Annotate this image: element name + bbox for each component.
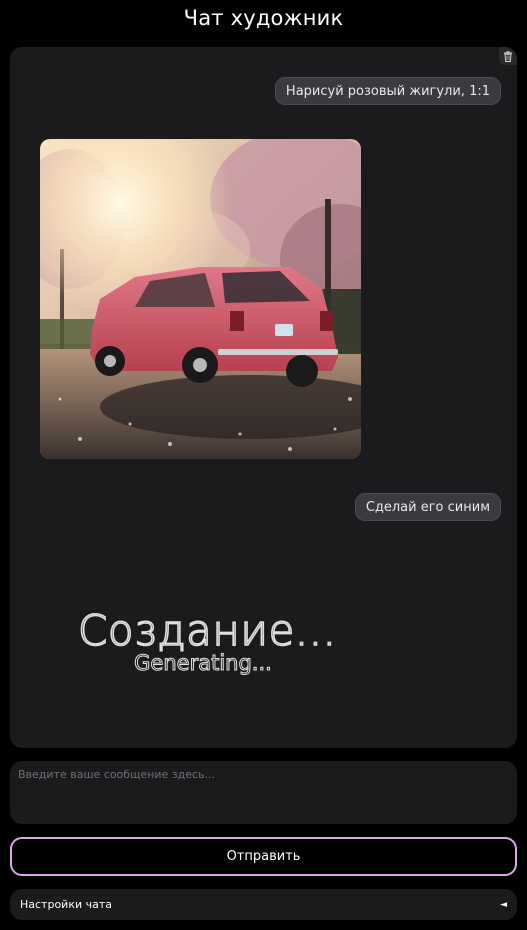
trash-icon [503,47,513,66]
caret-left-icon: ◄ [500,899,507,910]
chat-panel[interactable]: Нарисуй розовый жигули, 1:1 Сделай его с… [10,47,517,748]
user-message: Сделай его синим [354,493,501,521]
user-message: Нарисуй розовый жигули, 1:1 [274,77,501,105]
generating-title: Создание... [77,606,337,656]
chat-settings-toggle[interactable]: Настройки чата ◄ [10,889,517,920]
app-title: Чат художник [183,6,344,30]
generating-status: Создание... Generating... [77,606,337,676]
chat-settings-label: Настройки чата [20,898,113,911]
send-button[interactable]: Отправить [10,837,517,876]
clear-chat-button[interactable] [499,47,517,65]
message-input[interactable] [10,761,517,824]
generated-image[interactable] [40,139,361,459]
